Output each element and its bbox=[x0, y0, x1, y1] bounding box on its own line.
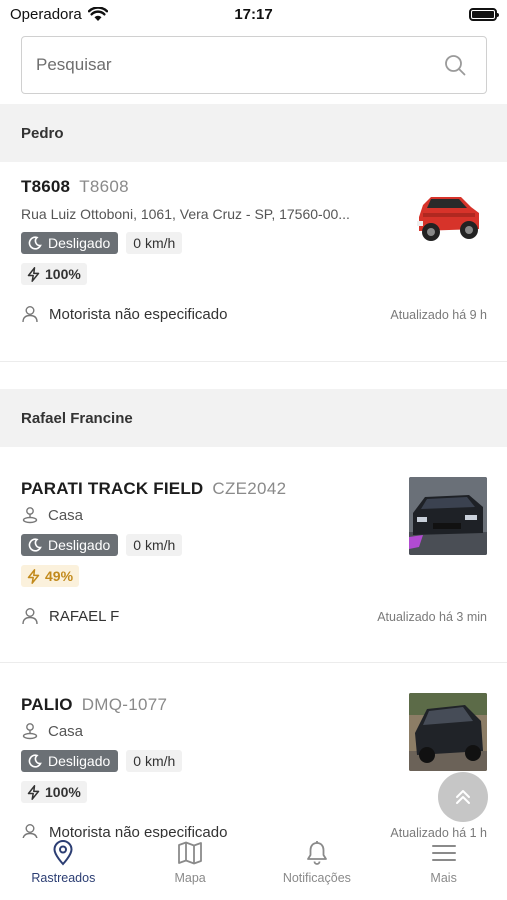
driver-row: Motorista não especificado bbox=[21, 305, 227, 323]
driver-name: RAFAEL F bbox=[49, 607, 120, 625]
location-label: Casa bbox=[48, 506, 84, 524]
bolt-icon bbox=[27, 784, 40, 800]
status-badges: Desligado 0 km/h bbox=[21, 534, 183, 556]
double-chevron-up-icon bbox=[456, 790, 470, 804]
battery-badge: 100% bbox=[21, 263, 87, 285]
status-badge: Desligado bbox=[21, 750, 119, 772]
nav-label: Notificações bbox=[282, 871, 351, 885]
nav-label: Mais bbox=[430, 871, 457, 885]
moon-icon bbox=[28, 754, 42, 768]
vehicle-address: Rua Luiz Ottoboni, 1061, Vera Cruz - SP,… bbox=[21, 206, 350, 222]
nav-label: Mapa bbox=[174, 871, 206, 885]
carrier-group: Operadora bbox=[10, 6, 108, 23]
bottom-nav: Rastreados Mapa Notificações Mais bbox=[0, 838, 507, 900]
nav-item-rastreados[interactable]: Rastreados bbox=[0, 838, 127, 900]
speed-badge: 0 km/h bbox=[126, 534, 183, 556]
vehicle-location: Casa bbox=[21, 506, 83, 524]
speed-badge: 0 km/h bbox=[126, 232, 183, 254]
vehicle-plate: CZE2042 bbox=[212, 479, 287, 498]
search-input[interactable]: Pesquisar bbox=[21, 36, 487, 94]
wifi-icon bbox=[87, 6, 108, 21]
status-label: Desligado bbox=[48, 537, 111, 553]
battery-level: 100% bbox=[45, 784, 81, 800]
menu-icon bbox=[431, 845, 456, 861]
location-person-icon bbox=[22, 723, 38, 740]
nav-item-notificacoes[interactable]: Notificações bbox=[254, 838, 381, 900]
vehicle-card-parati[interactable]: PARATI TRACK FIELD CZE2042 Casa Desligad… bbox=[0, 447, 507, 662]
vehicle-plate: T8608 bbox=[79, 177, 129, 196]
search-placeholder: Pesquisar bbox=[36, 55, 112, 74]
vehicle-card-palio[interactable]: PALIO DMQ-1077 Casa Desligado 0 km/h 100… bbox=[0, 663, 507, 848]
vehicle-card-t8608[interactable]: T8608 T8608 Rua Luiz Ottoboni, 1061, Ver… bbox=[0, 162, 507, 362]
status-bar: Operadora 17:17 bbox=[0, 0, 507, 28]
vehicle-title: PALIO DMQ-1077 bbox=[21, 695, 167, 715]
scroll-top-button[interactable] bbox=[438, 772, 488, 822]
status-badge: Desligado bbox=[21, 232, 119, 254]
bell-icon bbox=[306, 841, 327, 865]
location-pin-icon bbox=[53, 840, 73, 866]
group-header-pedro: Pedro bbox=[0, 104, 507, 162]
driver-name: Motorista não especificado bbox=[49, 305, 228, 323]
group-name: Pedro bbox=[21, 124, 64, 142]
person-icon bbox=[22, 608, 38, 625]
group-header-rafael-francine: Rafael Francine bbox=[0, 389, 507, 447]
vehicle-photo bbox=[409, 693, 487, 771]
speed-badge: 0 km/h bbox=[126, 750, 183, 772]
status-badges: Desligado 0 km/h bbox=[21, 750, 183, 772]
nav-label: Rastreados bbox=[31, 871, 96, 885]
nav-item-mapa[interactable]: Mapa bbox=[127, 838, 254, 900]
map-icon bbox=[178, 841, 203, 865]
updated-time: Atualizado há 3 min bbox=[377, 610, 487, 624]
carrier-label: Operadora bbox=[10, 5, 82, 23]
battery-badge: 100% bbox=[21, 781, 87, 803]
vehicle-title: T8608 T8608 bbox=[21, 177, 129, 197]
vehicle-photo bbox=[409, 177, 487, 255]
moon-icon bbox=[28, 538, 42, 552]
vehicle-plate: DMQ-1077 bbox=[81, 695, 168, 714]
battery-icon bbox=[469, 7, 499, 21]
vehicle-name: PARATI TRACK FIELD bbox=[21, 479, 204, 498]
battery-level: 100% bbox=[45, 266, 81, 282]
bolt-icon bbox=[27, 266, 40, 282]
status-label: Desligado bbox=[48, 235, 111, 251]
status-badge: Desligado bbox=[21, 534, 119, 556]
driver-row: RAFAEL F bbox=[21, 607, 119, 625]
moon-icon bbox=[28, 236, 42, 250]
status-label: Desligado bbox=[48, 753, 111, 769]
location-person-icon bbox=[22, 507, 38, 524]
vehicle-location: Casa bbox=[21, 722, 83, 740]
vehicle-name: PALIO bbox=[21, 695, 73, 714]
vehicle-photo bbox=[409, 477, 487, 555]
bolt-icon bbox=[27, 568, 40, 584]
updated-time: Atualizado há 9 h bbox=[390, 308, 487, 322]
nav-item-mais[interactable]: Mais bbox=[380, 838, 507, 900]
person-icon bbox=[22, 306, 38, 323]
battery-level: 49% bbox=[45, 568, 74, 584]
group-name: Rafael Francine bbox=[21, 409, 133, 427]
battery-badge: 49% bbox=[21, 565, 80, 587]
status-badges: Desligado 0 km/h bbox=[21, 232, 183, 254]
vehicle-title: PARATI TRACK FIELD CZE2042 bbox=[21, 479, 286, 499]
location-label: Casa bbox=[48, 722, 84, 740]
divider bbox=[0, 361, 507, 362]
search-icon[interactable] bbox=[444, 54, 466, 76]
vehicle-name: T8608 bbox=[21, 177, 71, 196]
